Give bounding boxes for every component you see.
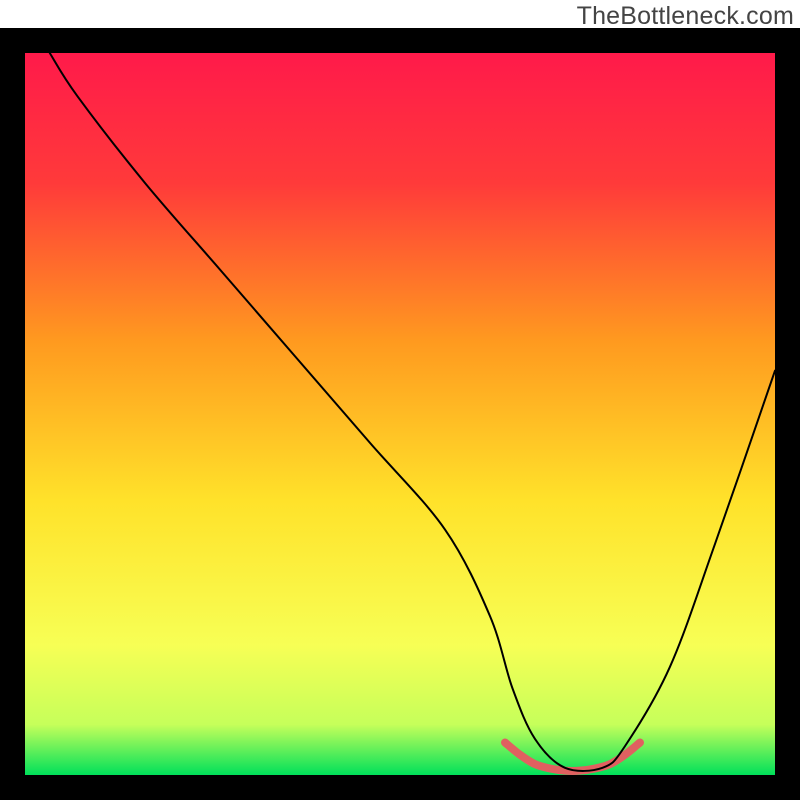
chart-container: TheBottleneck.com <box>0 0 800 800</box>
watermark-text: TheBottleneck.com <box>577 2 794 31</box>
plot-background <box>25 53 775 775</box>
chart-svg <box>0 0 800 800</box>
